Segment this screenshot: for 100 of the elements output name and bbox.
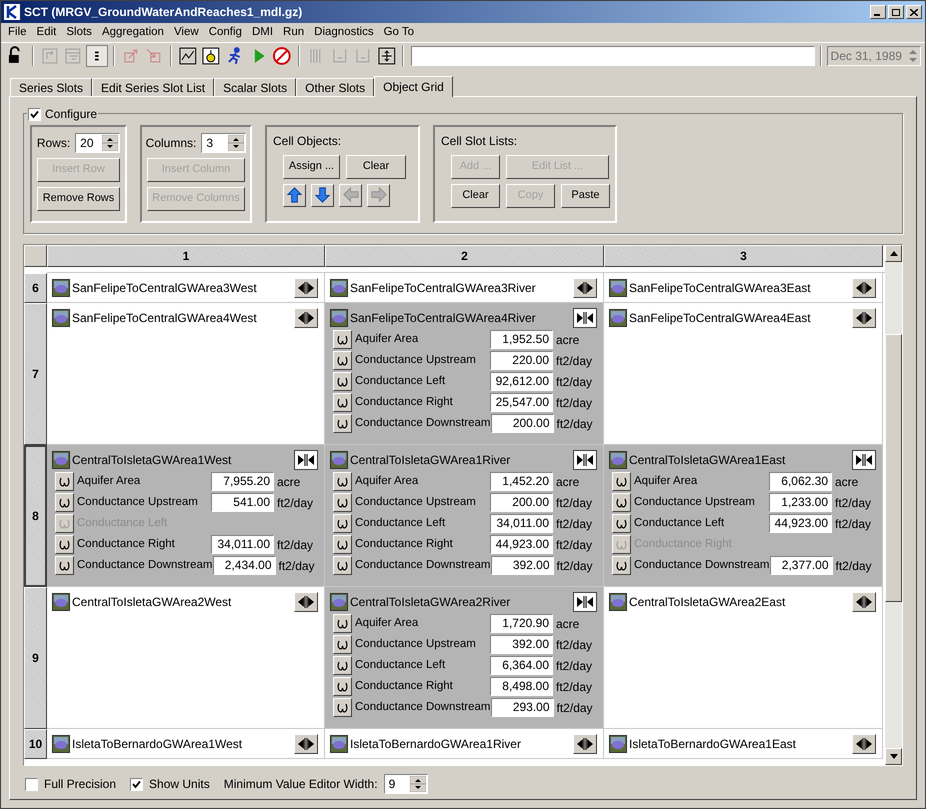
list-icon[interactable] [86,44,108,66]
value-field[interactable]: 2,377.00 [770,556,833,575]
slot-button[interactable] [333,656,352,675]
row-header[interactable]: 7 [24,303,47,445]
value-field[interactable]: 392.00 [490,556,554,575]
value-field[interactable]: 34,011.00 [490,514,553,533]
spin-arrows-icon[interactable] [410,776,426,792]
expand-button[interactable] [573,734,597,754]
arrow-button[interactable] [311,184,334,206]
checkbox[interactable] [28,108,41,120]
slot-button[interactable] [333,635,352,654]
slot-button[interactable] [612,556,631,575]
push-button[interactable]: Remove Rows [37,186,120,210]
collapse-button[interactable] [294,450,318,470]
menu-item[interactable]: Edit [32,24,62,42]
collapse-button[interactable] [573,450,597,470]
slot-button[interactable] [333,535,352,554]
column-header[interactable]: 1 [47,245,325,267]
value-field[interactable]: 200.00 [490,414,554,433]
checkbox[interactable] [25,778,38,790]
slot-button[interactable] [333,556,352,575]
slot-button[interactable] [333,614,352,633]
grid-cell[interactable]: SanFelipeToCentralGWArea3East [604,273,883,303]
expand-button[interactable] [852,308,876,328]
scroll-down-icon[interactable] [890,754,898,759]
value-field[interactable]: 6,062.30 [769,472,832,491]
value-field[interactable]: 1,952.50 [490,330,553,349]
menu-item[interactable]: View [168,24,204,42]
value-field[interactable]: 220.00 [490,351,553,370]
tab[interactable]: Other Slots [296,78,374,96]
slot-button[interactable] [333,698,352,717]
slot-button[interactable] [333,330,352,349]
scroll-up-icon[interactable] [890,251,898,256]
menu-item[interactable]: Run [278,24,310,42]
grid-cell[interactable]: IsletaToBernardoGWArea1West [47,729,325,759]
push-button[interactable]: Clear [451,184,500,208]
value-field[interactable]: 25,547.00 [490,393,553,412]
push-button[interactable]: Paste [561,184,610,208]
spin-field[interactable]: 9 [384,774,428,794]
row-header[interactable]: 8 [24,445,47,587]
slot-button[interactable] [612,493,631,512]
value-field[interactable]: 200.00 [490,493,553,512]
plot-icon[interactable] [176,44,198,66]
collapse-button[interactable] [852,450,876,470]
spin-field[interactable]: 20 [75,132,120,152]
value-field[interactable]: 7,955.20 [211,472,274,491]
expand-button[interactable] [294,592,318,612]
tab[interactable]: Series Slots [10,78,92,96]
text-field[interactable] [411,46,815,66]
maximize-button[interactable] [888,5,904,19]
menu-item[interactable]: Config [204,24,247,42]
value-field[interactable]: 293.00 [490,698,554,717]
slot-button[interactable] [333,393,352,412]
menu-item[interactable]: File [3,24,32,42]
expand-button[interactable] [294,278,318,298]
spin-arrows-icon[interactable] [228,134,244,150]
value-field[interactable]: 2,434.00 [212,556,276,575]
grid-cell[interactable]: SanFelipeToCentralGWArea3River [325,273,604,303]
slot-button[interactable] [333,472,352,491]
row-header[interactable]: 10 [24,729,47,759]
expand-button[interactable] [852,592,876,612]
slot-button[interactable] [333,414,352,433]
menu-item[interactable]: Go To [378,24,420,42]
slot-button[interactable] [55,556,74,575]
spin-field[interactable]: 3 [201,132,246,152]
spin-arrows-icon[interactable] [102,134,118,150]
slot-button[interactable] [612,472,631,491]
minimize-button[interactable] [870,5,886,19]
slot-button[interactable] [55,472,74,491]
collapse-button[interactable] [573,592,597,612]
menu-item[interactable]: Aggregation [96,24,169,42]
push-button[interactable]: Clear [346,154,406,178]
scrollbar-thumb[interactable] [885,334,902,602]
row-header[interactable]: 9 [24,587,47,729]
grid-cell[interactable]: CentralToIsletaGWArea2West [47,587,325,729]
tab[interactable]: Object Grid [374,76,453,97]
slot-button[interactable] [333,372,352,391]
slot-button[interactable] [333,514,352,533]
column-header[interactable]: 3 [604,245,883,267]
grid-cell[interactable]: SanFelipeToCentralGWArea3West [47,273,325,303]
slot-button[interactable] [55,493,74,512]
menu-item[interactable]: DMI [246,24,278,42]
tab[interactable]: Scalar Slots [214,78,296,96]
row-header[interactable]: 6 [24,273,47,303]
grid-cell[interactable]: CentralToIsletaGWArea2River Aquifer Area 1,720.90 acre Conductance Upstream 392.00 ft2/day Conductance Left 6,364.00 ft2/day Conductance Right 8,498.00 ft2/day Conductance Downstream 293.00 ft2/day [325,587,604,729]
push-button[interactable]: Assign ... [283,154,340,178]
slot-button[interactable] [333,351,352,370]
grid-cell[interactable]: IsletaToBernardoGWArea1River [325,729,604,759]
slot-button[interactable] [333,493,352,512]
value-field[interactable]: 1,720.90 [490,614,553,633]
column-header[interactable]: 2 [325,245,604,267]
value-field[interactable]: 1,452.20 [490,472,553,491]
grid-cell[interactable]: SanFelipeToCentralGWArea4West [47,303,325,445]
slot-button[interactable] [55,535,74,554]
grid-cell[interactable] [325,303,604,445]
value-field[interactable]: 392.00 [490,635,553,654]
value-field[interactable]: 1,233.00 [769,493,832,512]
expand-button[interactable] [852,734,876,754]
collapse-button[interactable] [573,308,597,328]
value-field[interactable]: 8,498.00 [490,677,553,696]
